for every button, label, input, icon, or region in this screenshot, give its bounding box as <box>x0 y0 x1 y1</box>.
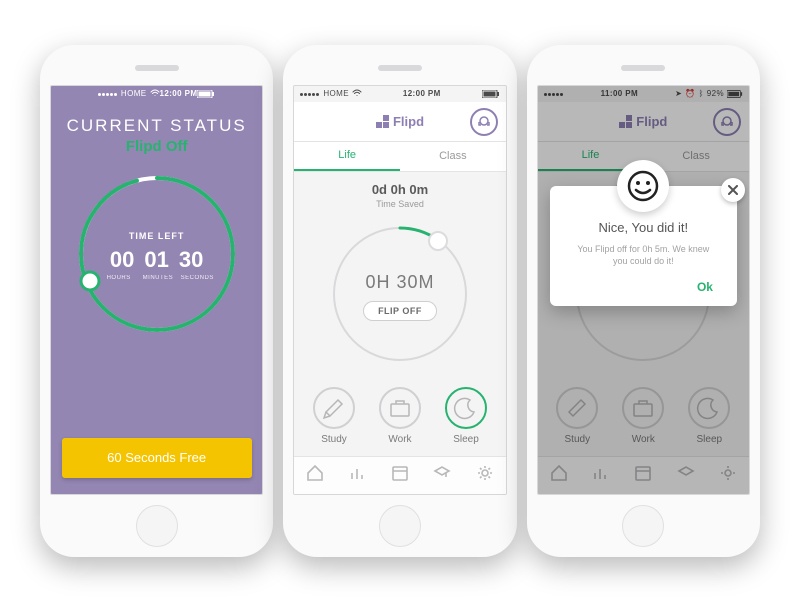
nav-home-icon[interactable] <box>306 464 324 487</box>
tabs: Life Class <box>294 142 505 172</box>
timer-dial[interactable]: 0H 30M FLIP OFF <box>325 219 475 374</box>
screen: HOME 12:00 PM Flipd Life Class <box>293 85 506 495</box>
popup-ok-button[interactable]: Ok <box>566 280 721 294</box>
main-panel: 0d 0h 0m Time Saved 0H 30M FLIP OFF Stud… <box>294 172 505 456</box>
signal-icon <box>300 89 320 98</box>
app-logo: Flipd <box>376 114 424 129</box>
popup-body: You Flipd off for 0h 5m. We knew you cou… <box>566 243 721 268</box>
time-left-label: TIME LEFT <box>129 231 185 241</box>
seconds: 30 <box>179 247 203 273</box>
battery-icon <box>197 90 215 98</box>
seconds-label: SECONDS <box>181 275 209 281</box>
carrier-label: HOME <box>121 89 147 98</box>
nav-class-icon[interactable] <box>433 464 451 487</box>
app-name: Flipd <box>393 114 424 129</box>
dial-time: 0H 30M <box>365 272 434 293</box>
status-bar: HOME 12:00 PM <box>92 86 222 102</box>
logo-icon <box>376 115 389 128</box>
carrier: HOME <box>98 89 160 99</box>
bottom-nav <box>294 456 505 494</box>
status-value: Flipd Off <box>126 138 188 155</box>
page-title: CURRENT STATUS <box>67 116 247 136</box>
mode-label: Work <box>388 434 411 445</box>
phone-home-screen: HOME 12:00 PM Flipd Life Class <box>283 45 516 557</box>
signal-icon <box>98 89 118 98</box>
screen: HOME 12:00 PM CURRENT STATUS Flipd Off T… <box>50 85 263 495</box>
phone-status-screen: HOME 12:00 PM CURRENT STATUS Flipd Off T… <box>40 45 273 557</box>
status-bar: HOME 12:00 PM <box>294 86 505 102</box>
wifi-icon <box>150 89 160 99</box>
wifi-icon <box>352 89 362 99</box>
minutes-label: MINUTES <box>143 275 171 281</box>
clock: 12:00 PM <box>403 89 441 98</box>
time-saved-label: Time Saved <box>376 199 424 209</box>
modes: Study Work Sleep <box>312 386 488 445</box>
hours-label: HOURS <box>105 275 133 281</box>
close-button[interactable] <box>721 178 745 202</box>
phone-success-screen: 11:00 PM ➤ ⏰ ᛒ 92% Flipd Life Class 0d 2 <box>527 45 760 557</box>
mode-study[interactable]: Study <box>312 386 356 445</box>
mode-label: Study <box>321 434 347 445</box>
countdown-display: TIME LEFT 00 01 30 HOURS MINUTES SECONDS <box>72 169 242 344</box>
countdown-ring: TIME LEFT 00 01 30 HOURS MINUTES SECONDS <box>72 169 242 344</box>
popup-title: Nice, You did it! <box>566 220 721 235</box>
screen: 11:00 PM ➤ ⏰ ᛒ 92% Flipd Life Class 0d 2 <box>537 85 750 495</box>
tab-life[interactable]: Life <box>294 142 400 171</box>
nav-stats-icon[interactable] <box>349 464 367 487</box>
hours: 00 <box>110 247 134 273</box>
mode-label: Sleep <box>453 434 479 445</box>
mode-sleep[interactable]: Sleep <box>444 386 488 445</box>
carrier: HOME <box>300 89 362 99</box>
battery-icon <box>482 90 500 98</box>
nav-settings-icon[interactable] <box>476 464 494 487</box>
minutes: 01 <box>144 247 168 273</box>
app-header: Flipd <box>294 102 505 142</box>
mode-work[interactable]: Work <box>378 386 422 445</box>
nav-calendar-icon[interactable] <box>391 464 409 487</box>
smiley-icon <box>617 160 669 212</box>
support-icon[interactable] <box>470 108 498 136</box>
flip-off-button[interactable]: FLIP OFF <box>363 301 437 321</box>
carrier-label: HOME <box>323 89 349 98</box>
clock: 12:00 PM <box>160 89 198 98</box>
time-saved-value: 0d 0h 0m <box>372 182 428 197</box>
free-seconds-button[interactable]: 60 Seconds Free <box>62 438 252 478</box>
success-popup: Nice, You did it! You Flipd off for 0h 5… <box>550 186 737 306</box>
tab-class[interactable]: Class <box>400 142 506 171</box>
